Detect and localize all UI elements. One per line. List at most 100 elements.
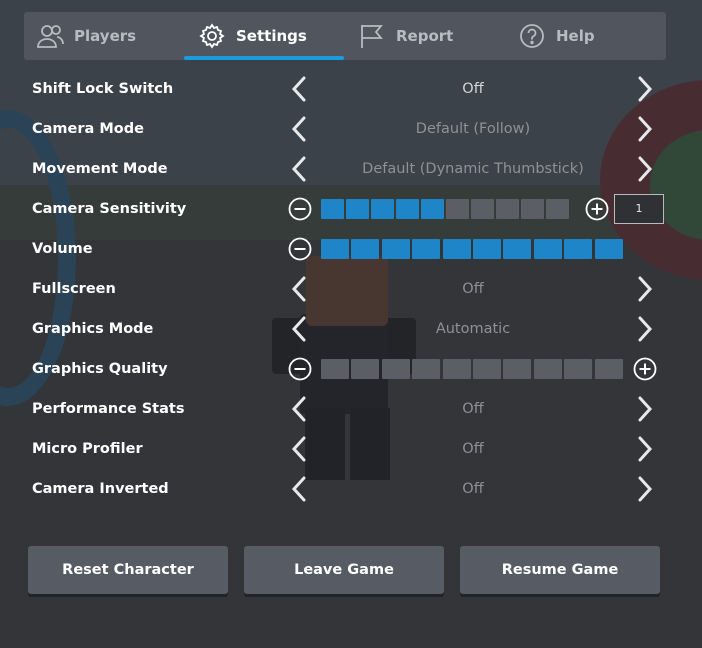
setting-label: Performance Stats — [32, 401, 185, 417]
graphics-quality-slider[interactable] — [321, 359, 623, 379]
slider-segment[interactable] — [446, 199, 469, 219]
setting-value: Off — [462, 81, 484, 97]
slider-segment[interactable] — [442, 239, 471, 259]
setting-graphics-mode: Graphics Mode Automatic — [0, 309, 702, 349]
setting-value: Default (Follow) — [415, 121, 531, 137]
chevron-left-icon[interactable] — [286, 155, 314, 183]
tab-report-label: Report — [396, 27, 454, 45]
setting-volume: Volume — [0, 229, 702, 269]
slider-segment[interactable] — [346, 199, 369, 219]
slider-segment[interactable] — [321, 199, 344, 219]
slider-segment[interactable] — [594, 239, 623, 259]
setting-graphics-quality: Graphics Quality — [0, 349, 702, 389]
chevron-right-icon[interactable] — [630, 475, 658, 503]
chevron-left-icon[interactable] — [286, 115, 314, 143]
setting-label: Micro Profiler — [32, 441, 143, 457]
resume-game-button[interactable]: Resume Game — [460, 546, 660, 594]
setting-label: Camera Inverted — [32, 481, 169, 497]
setting-label: Volume — [32, 241, 93, 257]
chevron-right-icon[interactable] — [630, 115, 658, 143]
slider-segment[interactable] — [442, 359, 471, 379]
help-icon — [520, 24, 544, 48]
flag-icon — [361, 25, 383, 48]
setting-performance-stats: Performance Stats Off — [0, 389, 702, 429]
slider-segment[interactable] — [351, 239, 380, 259]
setting-label: Shift Lock Switch — [32, 81, 174, 97]
setting-label: Fullscreen — [32, 281, 116, 297]
tab-help[interactable]: Help — [518, 12, 595, 60]
slider-segment[interactable] — [546, 199, 569, 219]
chevron-right-icon[interactable] — [630, 395, 658, 423]
setting-micro-profiler: Micro Profiler Off — [0, 429, 702, 469]
slider-segment[interactable] — [381, 359, 410, 379]
slider-segment[interactable] — [564, 359, 593, 379]
setting-label: Camera Mode — [32, 121, 144, 137]
chevron-left-icon[interactable] — [286, 315, 314, 343]
slider-segment[interactable] — [533, 239, 562, 259]
minus-icon[interactable] — [288, 357, 312, 381]
setting-value: Automatic — [435, 321, 511, 337]
slider-segment[interactable] — [321, 239, 349, 259]
tab-players-label: Players — [74, 27, 137, 45]
slider-segment[interactable] — [594, 359, 623, 379]
tab-settings-label: Settings — [236, 27, 307, 45]
gear-icon — [199, 23, 225, 49]
plus-icon[interactable] — [585, 197, 609, 221]
slider-segment[interactable] — [503, 239, 532, 259]
chevron-right-icon[interactable] — [630, 155, 658, 183]
slider-segment[interactable] — [412, 359, 441, 379]
active-tab-indicator — [184, 56, 344, 60]
tab-bar: Players Settings Report Help — [24, 12, 666, 60]
slider-segment[interactable] — [473, 239, 501, 259]
minus-icon[interactable] — [288, 237, 312, 261]
setting-value: Off — [462, 441, 484, 457]
slider-segment[interactable] — [351, 359, 380, 379]
chevron-right-icon[interactable] — [630, 75, 658, 103]
setting-label: Graphics Quality — [32, 361, 168, 377]
setting-value: Default (Dynamic Thumbstick) — [362, 161, 584, 177]
chevron-left-icon[interactable] — [286, 435, 314, 463]
tab-report[interactable]: Report — [358, 12, 453, 60]
camera-sensitivity-input[interactable]: 1 — [614, 194, 664, 224]
slider-segment[interactable] — [396, 199, 419, 219]
setting-fullscreen: Fullscreen Off — [0, 269, 702, 309]
plus-icon[interactable] — [633, 357, 657, 381]
setting-value: Off — [462, 481, 484, 497]
slider-segment[interactable] — [471, 199, 494, 219]
setting-camera-sensitivity: Camera Sensitivity — [0, 189, 702, 229]
setting-label: Camera Sensitivity — [32, 201, 187, 217]
minus-icon[interactable] — [288, 197, 312, 221]
chevron-right-icon[interactable] — [630, 275, 658, 303]
chevron-right-icon[interactable] — [630, 435, 658, 463]
setting-camera-mode: Camera Mode Default (Follow) — [0, 109, 702, 149]
slider-segment[interactable] — [473, 359, 501, 379]
setting-value: Off — [462, 401, 484, 417]
chevron-left-icon[interactable] — [286, 475, 314, 503]
tab-settings[interactable]: Settings — [198, 12, 307, 60]
slider-segment[interactable] — [564, 239, 593, 259]
leave-game-button[interactable]: Leave Game — [244, 546, 444, 594]
slider-segment[interactable] — [503, 359, 532, 379]
slider-segment[interactable] — [496, 199, 519, 219]
setting-label: Movement Mode — [32, 161, 168, 177]
slider-segment[interactable] — [381, 239, 410, 259]
slider-segment[interactable] — [533, 359, 562, 379]
setting-shift-lock: Shift Lock Switch Off — [0, 69, 702, 109]
tab-players[interactable]: Players — [36, 12, 136, 60]
slider-segment[interactable] — [521, 199, 544, 219]
setting-value: Off — [462, 281, 484, 297]
setting-movement-mode: Movement Mode Default (Dynamic Thumbstic… — [0, 149, 702, 189]
chevron-left-icon[interactable] — [286, 275, 314, 303]
tab-help-label: Help — [556, 27, 595, 45]
setting-camera-inverted: Camera Inverted Off — [0, 469, 702, 509]
slider-segment[interactable] — [371, 199, 394, 219]
slider-segment[interactable] — [321, 359, 349, 379]
chevron-left-icon[interactable] — [286, 75, 314, 103]
chevron-left-icon[interactable] — [286, 395, 314, 423]
volume-slider[interactable] — [321, 239, 623, 259]
slider-segment[interactable] — [421, 199, 444, 219]
slider-segment[interactable] — [412, 239, 441, 259]
chevron-right-icon[interactable] — [630, 315, 658, 343]
reset-character-button[interactable]: Reset Character — [28, 546, 228, 594]
camera-sensitivity-slider[interactable] — [321, 199, 569, 219]
